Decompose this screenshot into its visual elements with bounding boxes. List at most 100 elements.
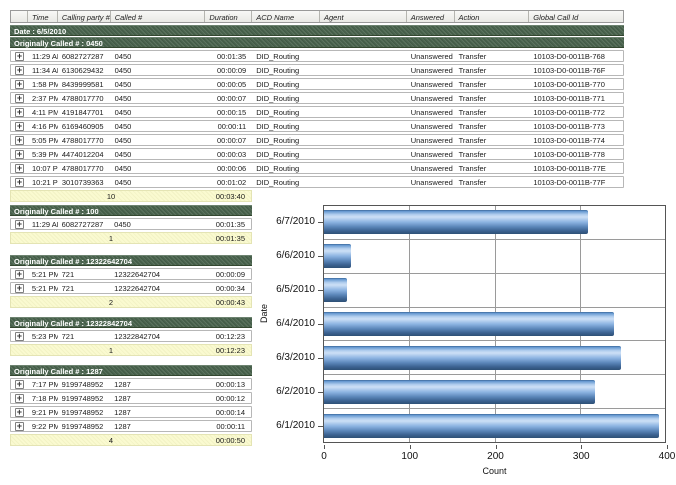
table-row: +5:21 PM7211232264270400:00:09: [10, 268, 252, 280]
group-header-label: Originally Called # : 100: [14, 207, 99, 216]
cell-calling: 4788017770: [58, 136, 111, 145]
column-header-global_id: Global Call Id: [529, 11, 623, 22]
cell-time: 5:05 PM: [28, 136, 58, 145]
column-header-calling: Calling party #: [58, 11, 111, 22]
table-row: +11:34 AM6130629432045000:00:09DID_Routi…: [10, 64, 624, 76]
expand-cell: +: [11, 332, 28, 341]
cell-called: 1287: [110, 408, 204, 417]
expand-icon[interactable]: +: [15, 122, 24, 131]
table-row: +7:17 PM9199748952128700:00:13: [10, 378, 252, 390]
cell-global_id: 10103-D0-0011B-778: [529, 150, 623, 159]
expand-icon[interactable]: +: [15, 108, 24, 117]
cell-calling: 4788017770: [58, 164, 111, 173]
chart-category-label: 6/3/2010: [255, 341, 323, 375]
cell-answered: Unanswered: [407, 122, 455, 131]
cell-acd: DID_Routing: [252, 66, 320, 75]
expand-icon[interactable]: +: [15, 94, 24, 103]
group-header-called-label: Originally Called # : 0450: [14, 39, 103, 48]
chart-category-label: 6/4/2010: [255, 307, 323, 341]
chart-bar-row: [324, 341, 665, 375]
cell-called: 0450: [111, 164, 206, 173]
cell-calling: 9199748952: [58, 422, 111, 431]
expand-cell: +: [11, 164, 28, 173]
table-row: +1:58 PM8439999581045000:00:05DID_Routin…: [10, 78, 624, 90]
cell-duration: 00:00:12: [204, 394, 251, 403]
table-row: +5:05 PM4788017770045000:00:07DID_Routin…: [10, 134, 624, 146]
chart-category-labels: 6/7/20106/6/20106/5/20106/4/20106/3/2010…: [255, 205, 323, 443]
cell-action: Transfer: [455, 164, 530, 173]
table-row: +2:37 PM4788017770045000:00:07DID_Routin…: [10, 92, 624, 104]
cell-time: 4:11 PM: [28, 108, 58, 117]
expand-icon[interactable]: +: [15, 178, 24, 187]
expand-icon[interactable]: +: [15, 220, 24, 229]
cell-global_id: 10103-D0-0011B-773: [529, 122, 623, 131]
expand-icon[interactable]: +: [15, 422, 24, 431]
cell-duration: 00:00:03: [205, 150, 252, 159]
cell-action: Transfer: [455, 122, 530, 131]
expand-icon[interactable]: +: [15, 66, 24, 75]
call-detail-table: TimeCalling party #Called #DurationACD N…: [10, 10, 624, 202]
cell-acd: DID_Routing: [252, 52, 320, 61]
group-header-label: Originally Called # : 12322842704: [14, 319, 132, 328]
cell-called: 12322842704: [110, 332, 204, 341]
expand-cell: +: [11, 122, 28, 131]
expand-icon[interactable]: +: [15, 394, 24, 403]
cell-duration: 00:00:11: [205, 122, 252, 131]
summary-count: 4: [86, 436, 136, 445]
column-header-duration: Duration: [205, 11, 252, 22]
cell-global_id: 10103-D0-0011B-772: [529, 108, 623, 117]
cell-acd: DID_Routing: [252, 122, 320, 131]
cell-calling: 3010739363: [58, 178, 111, 187]
cell-duration: 00:00:06: [205, 164, 252, 173]
expand-cell: +: [11, 380, 28, 389]
chart-plot-area: [323, 205, 666, 443]
expand-icon[interactable]: +: [15, 332, 24, 341]
expand-cell: +: [11, 94, 28, 103]
cell-answered: Unanswered: [407, 80, 455, 89]
section-originally-called: Originally Called # : 1287 +7:17 PM919974…: [10, 365, 252, 446]
summary-duration: 00:12:23: [216, 346, 245, 355]
expand-cell: +: [11, 178, 28, 187]
cell-duration: 00:00:07: [205, 136, 252, 145]
cell-time: 10:07 PM: [28, 164, 58, 173]
expand-icon[interactable]: +: [15, 52, 24, 61]
group-header-called: Originally Called # : 1287: [10, 365, 252, 376]
cell-time: 4:16 PM: [28, 122, 58, 131]
section-originally-called: Originally Called # : 12322642704 +5:21 P…: [10, 255, 252, 308]
cell-called: 1287: [110, 422, 204, 431]
cell-time: 9:21 PM: [28, 408, 58, 417]
expand-icon[interactable]: +: [15, 380, 24, 389]
chart-bar: [324, 380, 595, 404]
cell-global_id: 10103-D0-0011B-768: [529, 52, 623, 61]
expand-icon[interactable]: +: [15, 164, 24, 173]
x-tick-mark: [581, 445, 582, 449]
x-tick-mark: [324, 445, 325, 449]
table-header-row: TimeCalling party #Called #DurationACD N…: [10, 10, 624, 23]
cell-time: 7:18 PM: [28, 394, 58, 403]
expand-icon[interactable]: +: [15, 136, 24, 145]
cell-time: 2:37 PM: [28, 94, 58, 103]
expand-icon[interactable]: +: [15, 150, 24, 159]
x-tick-mark: [667, 445, 668, 449]
chart-category-label: 6/1/2010: [255, 409, 323, 443]
expand-icon[interactable]: +: [15, 284, 24, 293]
summary-duration: 00:00:43: [216, 298, 245, 307]
chart-category-label: 6/5/2010: [255, 273, 323, 307]
chart-bar: [324, 210, 588, 234]
expand-cell: +: [11, 422, 28, 431]
expand-icon[interactable]: +: [15, 270, 24, 279]
column-header-answered: Answered: [407, 11, 455, 22]
cell-calling: 4788017770: [58, 94, 111, 103]
summary-count: 2: [86, 298, 136, 307]
chart-category-label: 6/6/2010: [255, 239, 323, 273]
chart-bar-row: [324, 206, 665, 240]
expand-icon[interactable]: +: [15, 408, 24, 417]
cell-duration: 00:00:11: [204, 422, 251, 431]
cell-time: 1:58 PM: [28, 80, 58, 89]
expand-cell: +: [11, 66, 28, 75]
expand-icon[interactable]: +: [15, 80, 24, 89]
table-row: +10:21 PM3010739363045000:01:02DID_Routi…: [10, 176, 624, 188]
cell-duration: 00:12:23: [204, 332, 251, 341]
group-header-label: Originally Called # : 12322642704: [14, 257, 132, 266]
table-row: +4:11 PM4191847701045000:00:15DID_Routin…: [10, 106, 624, 118]
